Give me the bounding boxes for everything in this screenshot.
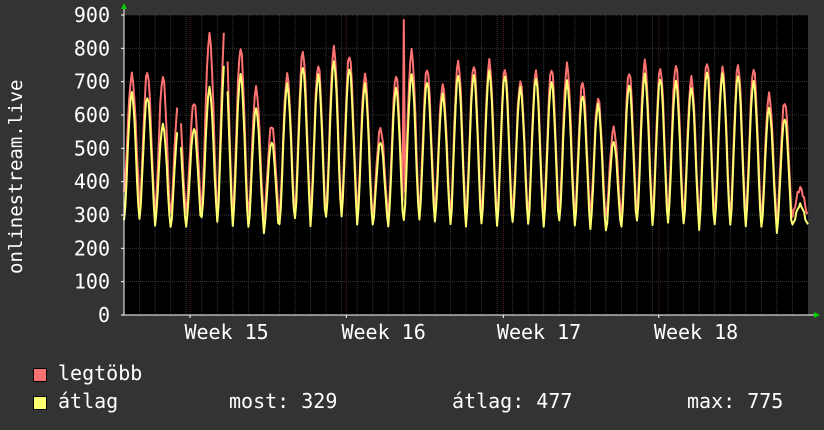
y-tick-label: 200 xyxy=(74,236,110,260)
legend-swatch-avg xyxy=(33,396,47,410)
y-tick-label: 600 xyxy=(74,103,110,127)
stat-max: max: 775 xyxy=(687,389,784,413)
x-tick-label: Week 16 xyxy=(341,320,425,344)
y-axis-label: onlinestream.live xyxy=(5,79,27,274)
y-tick-label: 400 xyxy=(74,170,110,194)
y-tick-label: 500 xyxy=(74,136,110,160)
y-tick-labels: 0 100 200 300 400 500 600 700 800 900 xyxy=(74,3,124,327)
x-tick-labels: Week 15 Week 16 Week 17 Week 18 xyxy=(184,315,738,344)
legend-label-avg: átlag xyxy=(58,389,119,413)
stat-avg: átlag: 477 xyxy=(452,389,573,413)
y-tick-label: 300 xyxy=(74,203,110,227)
legend-label-max: legtöbb xyxy=(58,361,143,385)
y-tick-label: 800 xyxy=(74,36,110,60)
y-tick-label: 900 xyxy=(74,3,110,27)
y-axis-arrow xyxy=(121,3,127,9)
x-tick-label: Week 17 xyxy=(497,320,581,344)
x-axis-arrow xyxy=(814,312,820,318)
y-tick-label: 0 xyxy=(98,303,110,327)
stat-now: most: 329 xyxy=(229,389,338,413)
x-tick-label: Week 18 xyxy=(654,320,738,344)
y-tick-label: 100 xyxy=(74,270,110,294)
y-tick-label: 700 xyxy=(74,70,110,94)
legend-swatch-max xyxy=(33,368,47,382)
x-tick-label: Week 15 xyxy=(184,320,268,344)
